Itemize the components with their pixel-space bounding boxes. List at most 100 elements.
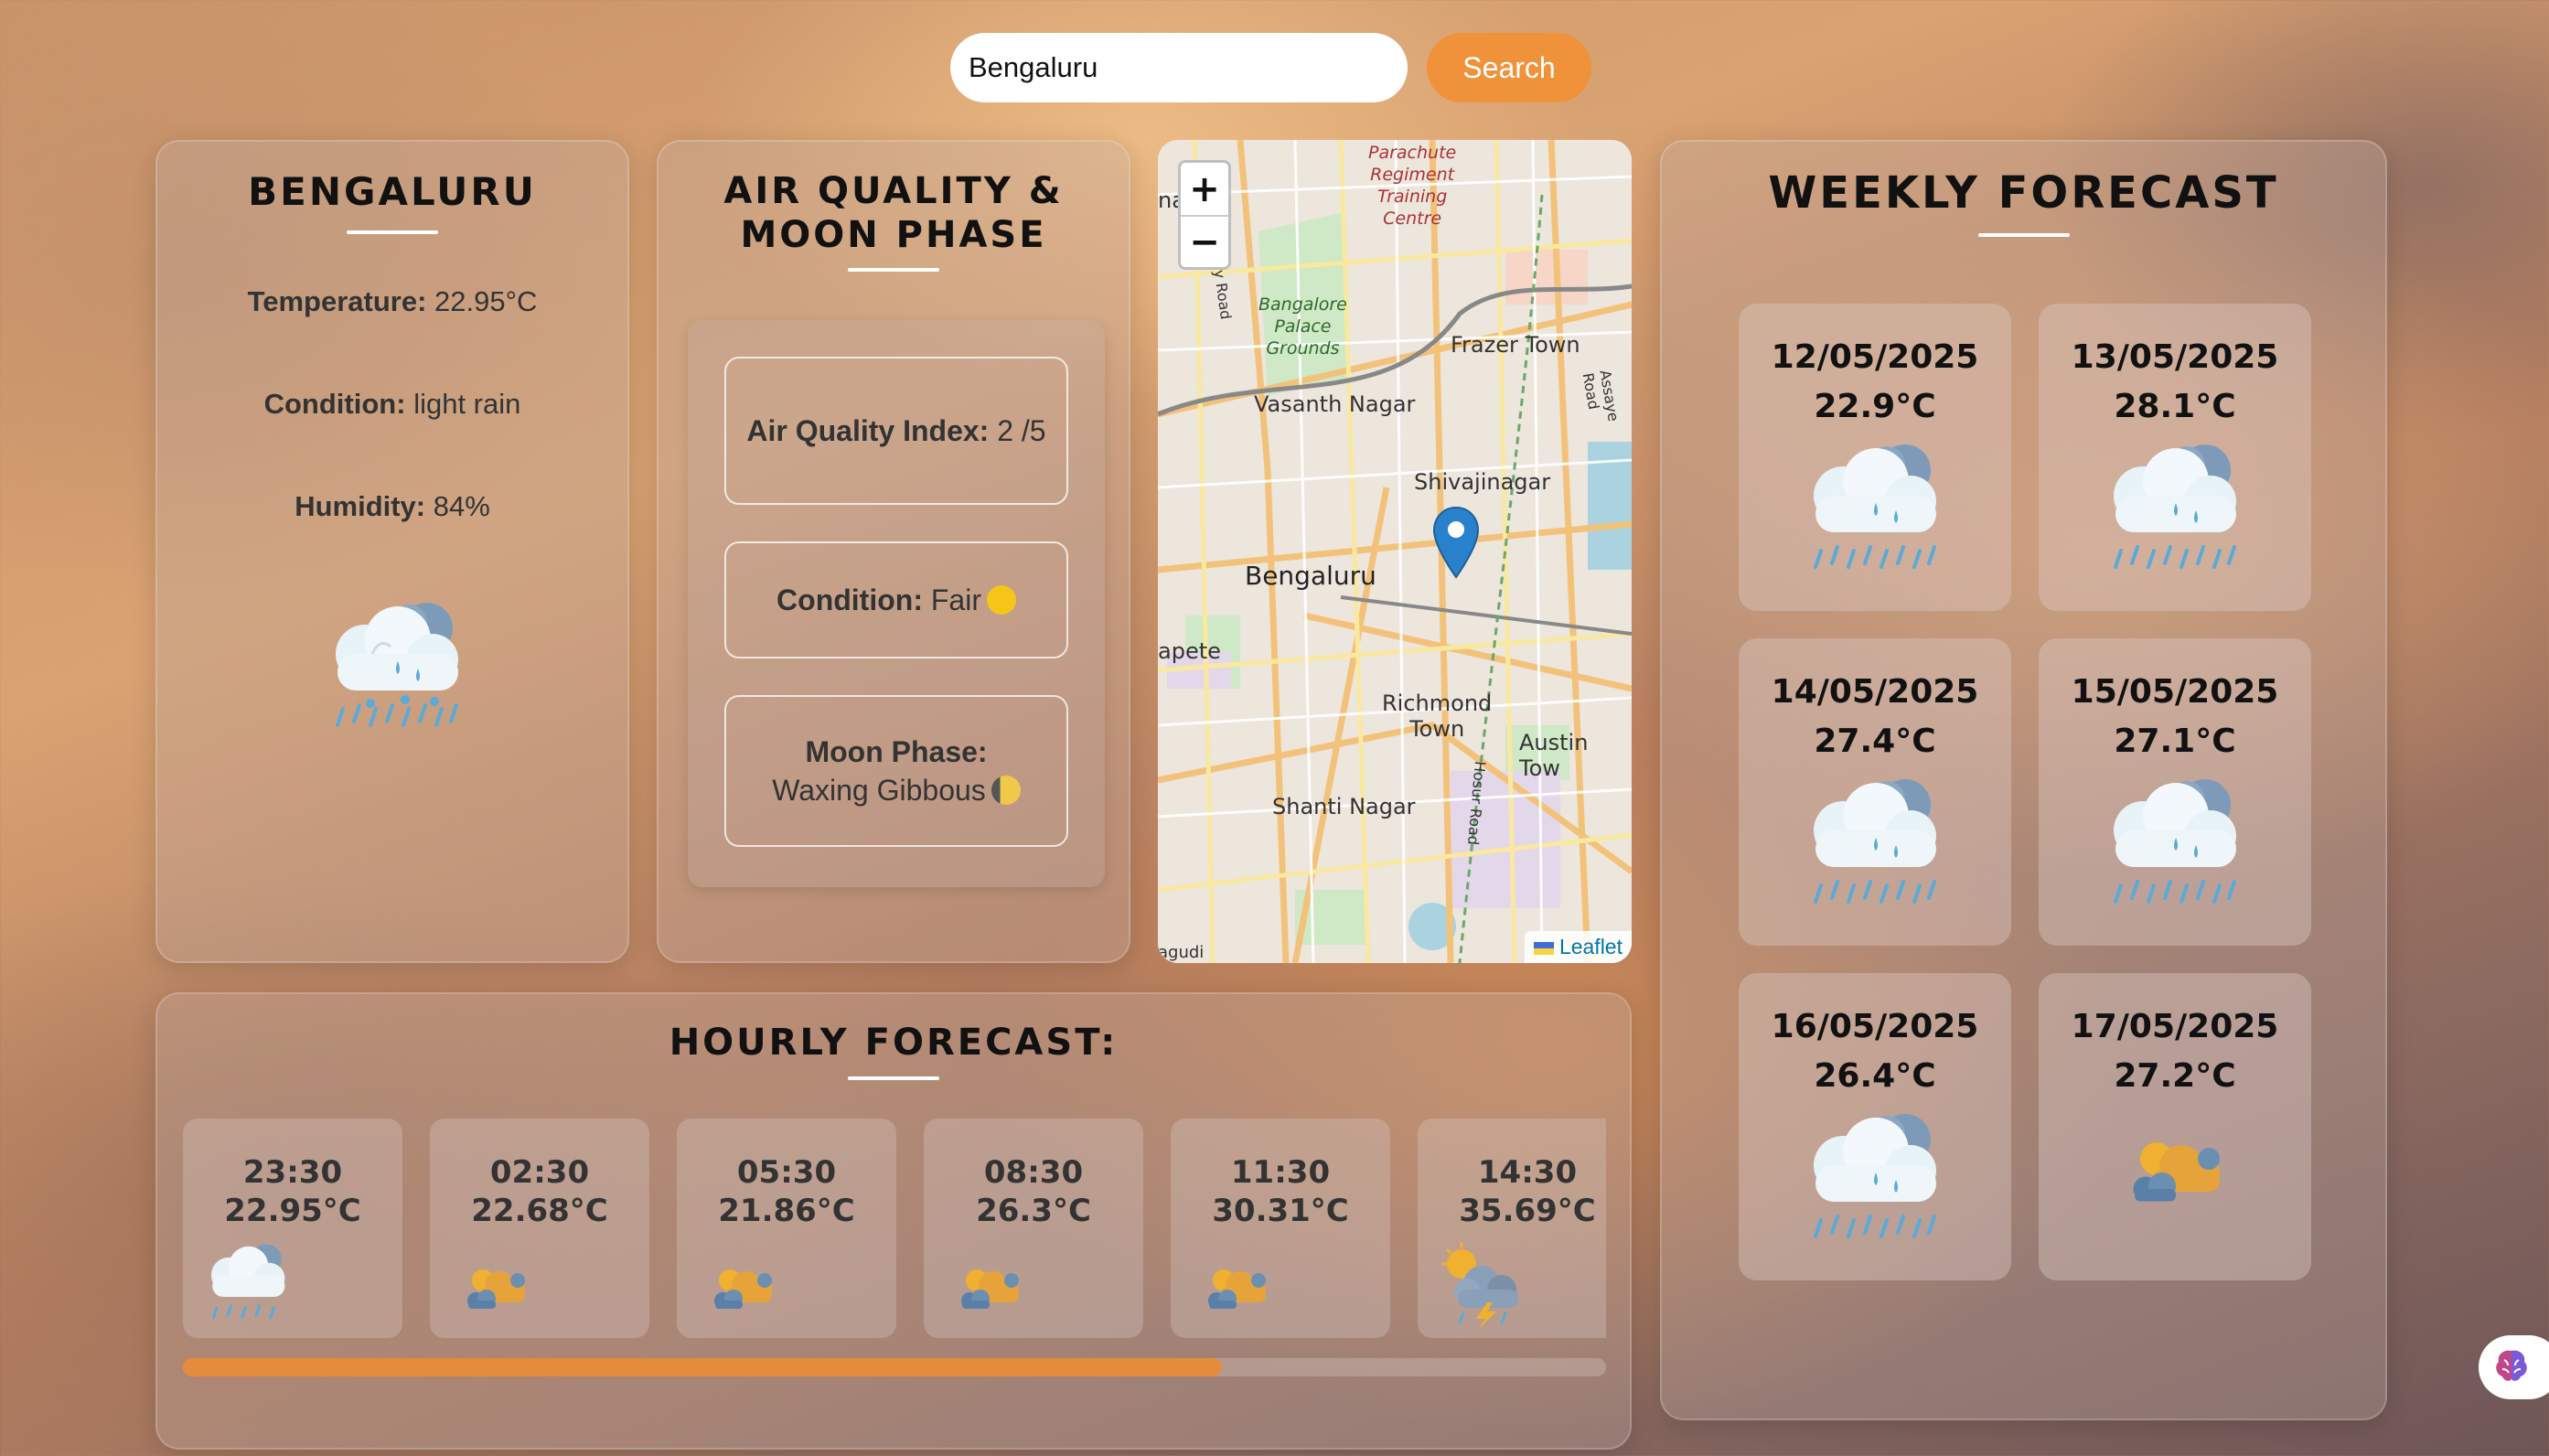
moon-phase-label: Moon Phase: <box>805 735 988 768</box>
hourly-time: 02:30 <box>489 1154 590 1191</box>
map-label-vasanth: Vasanth Nagar <box>1254 391 1416 417</box>
daily-temp: 22.9°C <box>1814 388 1936 425</box>
map-label-shivajinagar: Shivajinagar <box>1414 469 1551 495</box>
hourly-scrollbar[interactable] <box>183 1358 1606 1376</box>
title-underline <box>347 230 438 234</box>
hourly-time: 05:30 <box>736 1154 837 1191</box>
temperature-label: Temperature: <box>247 285 427 317</box>
rain-cloud-icon <box>1795 432 1951 586</box>
daily-date: 14/05/2025 <box>1771 673 1979 711</box>
zoom-in-button[interactable]: + <box>1181 163 1228 215</box>
title-underline <box>848 268 939 272</box>
air-condition-label: Condition: <box>776 583 923 616</box>
zoom-control: + − <box>1178 160 1231 270</box>
hourly-card: 23:30 22.95°C <box>183 1119 402 1338</box>
daily-card: 16/05/2025 26.4°C <box>1739 973 2011 1280</box>
search-button[interactable]: Search <box>1427 33 1591 102</box>
title-underline <box>1977 233 2070 237</box>
title-underline <box>848 1076 939 1080</box>
rain-cloud-icon <box>1795 766 1951 921</box>
brain-icon <box>2491 1345 2532 1390</box>
daily-temp: 27.2°C <box>2114 1057 2236 1095</box>
rain-cloud-icon <box>1795 1101 1951 1256</box>
hourly-forecast-panel: HOURLY FORECAST: 23:30 22.95°C 02:30 22.68… <box>155 992 1632 1450</box>
partly-cloudy-night-icon <box>710 1260 776 1320</box>
daily-card: 12/05/2025 22.9°C <box>1739 304 2011 611</box>
daily-temp: 26.4°C <box>1814 1057 1936 1095</box>
city-title: BENGALURU <box>248 169 537 214</box>
map-attribution[interactable]: Leaflet <box>1524 931 1632 963</box>
location-marker-icon[interactable] <box>1432 506 1480 583</box>
hourly-time: 14:30 <box>1477 1154 1578 1191</box>
condition-stat: Condition: light rain <box>157 388 627 421</box>
air-condition-box: Condition: Fair <box>724 541 1068 658</box>
partly-cloudy-night-icon <box>957 1260 1023 1320</box>
map-label-frazer: Frazer Town <box>1451 332 1580 358</box>
zoom-out-button[interactable]: − <box>1181 215 1228 267</box>
air-details-card: Air Quality Index: 2 /5 Condition: Fair … <box>688 320 1105 887</box>
hourly-card: 08:30 26.3°C <box>924 1119 1143 1338</box>
hourly-time: 11:30 <box>1230 1154 1331 1191</box>
search-input[interactable] <box>950 33 1408 102</box>
yellow-circle-icon <box>986 585 1016 615</box>
daily-card: 15/05/2025 27.1°C <box>2039 638 2311 946</box>
ukraine-flag-icon <box>1533 942 1554 955</box>
daily-date: 17/05/2025 <box>2071 1008 2279 1045</box>
air-title-line2: MOON PHASE <box>740 214 1047 256</box>
waxing-gibbous-moon-icon <box>991 776 1021 805</box>
daily-date: 15/05/2025 <box>2071 673 2279 711</box>
hourly-time: 08:30 <box>983 1154 1084 1191</box>
temperature-value: 22.95°C <box>434 285 538 317</box>
air-quality-panel: AIR QUALITY & MOON PHASE Air Quality Ind… <box>657 140 1130 963</box>
map-label-austin: Austin Tow <box>1519 730 1589 781</box>
aqi-label: Air Quality Index: <box>746 414 990 447</box>
current-weather-panel: BENGALURU Temperature: 22.95°C Condition… <box>155 140 629 963</box>
condition-value: light rain <box>413 388 521 420</box>
map-label-apete: apete <box>1158 638 1221 664</box>
thunderstorm-icon <box>1436 1238 1527 1338</box>
map-label-agudi: agudi <box>1158 943 1205 962</box>
aqi-value: 2 /5 <box>997 414 1046 447</box>
map-label-shanti: Shanti Nagar <box>1272 794 1416 819</box>
rain-cloud-icon <box>2095 432 2251 586</box>
daily-date: 13/05/2025 <box>2071 338 2279 376</box>
leaflet-link[interactable]: Leaflet <box>1559 935 1623 958</box>
hourly-temp: 26.3°C <box>976 1193 1091 1229</box>
daily-temp: 27.4°C <box>1814 723 1936 760</box>
map-label-richmond: Richmond Town <box>1382 691 1493 742</box>
daily-temp: 27.1°C <box>2114 723 2236 760</box>
daily-date: 12/05/2025 <box>1771 338 1979 376</box>
air-panel-title: AIR QUALITY & MOON PHASE <box>659 169 1129 257</box>
moon-phase-value: Waxing Gibbous <box>772 774 986 807</box>
hourly-card: 14:30 35.69°C <box>1418 1119 1606 1338</box>
rain-cloud-icon <box>199 1237 295 1333</box>
map-label-palace: Bangalore Palace Grounds <box>1258 294 1347 359</box>
hourly-scrollbar-thumb[interactable] <box>183 1358 1222 1376</box>
hourly-title: HOURLY FORECAST: <box>669 1022 1119 1064</box>
hourly-card: 11:30 30.31°C <box>1171 1119 1390 1338</box>
map-label-regiment: Parachute Regiment Training Centre <box>1368 143 1457 229</box>
daily-card: 17/05/2025 27.2°C <box>2039 973 2311 1280</box>
moon-phase-box: Moon Phase: Waxing Gibbous <box>724 695 1068 847</box>
daily-card: 13/05/2025 28.1°C <box>2039 304 2311 611</box>
hourly-card: 05:30 21.86°C <box>677 1119 896 1338</box>
assistant-button[interactable] <box>2479 1335 2549 1399</box>
rain-cloud-icon <box>317 590 473 741</box>
partly-cloudy-night-icon <box>1204 1260 1269 1320</box>
weekly-forecast-panel: WEEKLY FORECAST 12/05/2025 22.9°C 13/05/2… <box>1660 140 2387 1420</box>
daily-date: 16/05/2025 <box>1771 1008 1979 1045</box>
hourly-temp: 22.68°C <box>471 1193 608 1229</box>
hourly-temp: 30.31°C <box>1212 1193 1349 1229</box>
humidity-label: Humidity: <box>295 490 426 522</box>
air-title-line1: AIR QUALITY & <box>723 170 1064 212</box>
hourly-scroll-area[interactable]: 23:30 22.95°C 02:30 22.68°C 05:30 21.86°C 0… <box>183 1119 1606 1343</box>
city-map[interactable]: Parachute Regiment Training Centre Banga… <box>1158 140 1632 963</box>
daily-temp: 28.1°C <box>2114 388 2236 425</box>
humidity-stat: Humidity: 84% <box>157 490 627 523</box>
hourly-card: 02:30 22.68°C <box>430 1119 649 1338</box>
daily-card: 14/05/2025 27.4°C <box>1739 638 2011 946</box>
partly-cloudy-night-icon <box>2126 1129 2225 1214</box>
partly-cloudy-night-icon <box>463 1260 529 1320</box>
hourly-temp: 21.86°C <box>718 1193 855 1229</box>
condition-label: Condition: <box>263 388 406 420</box>
